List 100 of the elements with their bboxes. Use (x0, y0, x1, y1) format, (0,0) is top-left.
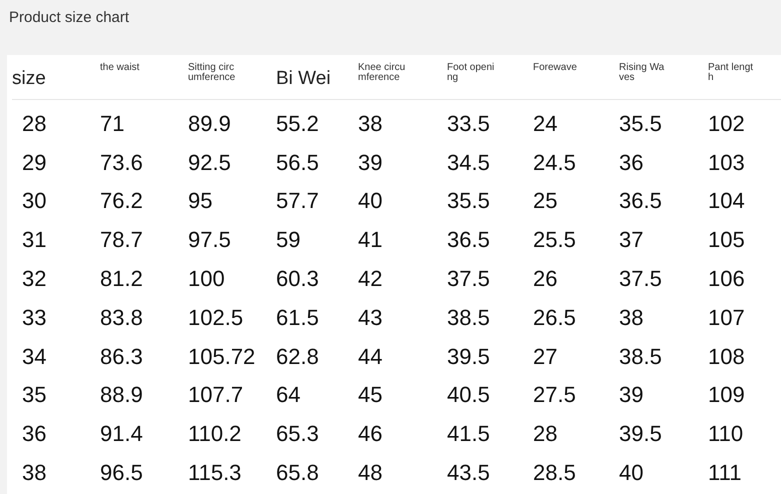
column-header: the waist (100, 63, 140, 73)
table-cell: 38.5 (447, 304, 490, 330)
table-cell: 39.5 (447, 344, 490, 369)
table-cell: 111 (708, 460, 742, 486)
table-cell: 57.7 (276, 188, 319, 214)
table-cell: 40.5 (447, 382, 490, 408)
table-cell: 28 (22, 110, 46, 136)
table-cell: 43.5 (447, 460, 490, 486)
table-cell: 29 (22, 150, 46, 175)
column-header: Forewave (533, 63, 578, 73)
table-cell: 37 (619, 227, 644, 252)
table-cell: 40 (619, 460, 644, 486)
table-cell: 36 (22, 421, 46, 446)
table-cell: 38 (22, 460, 46, 486)
table-cell: 102.5 (188, 304, 244, 330)
table-cell: 36 (619, 150, 644, 175)
table-cell: 43 (358, 304, 382, 330)
table-cell: 46 (358, 421, 382, 446)
table-cell: 28.5 (533, 460, 576, 486)
column-header: Knee circumference (358, 63, 406, 83)
column-header: Pant length (708, 63, 754, 83)
table-cell: 83.8 (100, 304, 143, 330)
table-cell: 104 (708, 188, 745, 214)
table-cell: 37.5 (619, 266, 662, 292)
table-cell: 40 (358, 188, 382, 214)
table-cell: 105 (708, 227, 745, 252)
table-cell: 110.2 (188, 421, 242, 446)
table-cell: 35.5 (619, 110, 662, 136)
table-cell: 36.5 (447, 227, 490, 252)
table-cell: 65.3 (276, 421, 319, 446)
table-cell: 48 (358, 460, 382, 486)
table-cell: 81.2 (100, 266, 143, 292)
table-cell: 24.5 (533, 150, 576, 175)
table-cell: 108 (708, 344, 745, 369)
table-cell: 38 (619, 304, 644, 330)
table-cell: 39 (619, 382, 644, 408)
table-cell: 39 (358, 150, 382, 175)
table-cell: 91.4 (100, 421, 143, 446)
table-cell: 27.5 (533, 382, 576, 408)
column-header: Foot opening (447, 63, 496, 83)
table-cell: 95 (188, 188, 212, 214)
table-cell: 27 (533, 344, 558, 369)
table-cell: 34.5 (447, 150, 490, 175)
column-header: Sitting circumference (188, 63, 236, 83)
table-cell: 28 (533, 421, 558, 446)
table-cell: 107.7 (188, 382, 244, 408)
table-cell: 32 (22, 266, 46, 292)
table-cell: 34 (22, 344, 46, 369)
table-cell: 71 (100, 110, 124, 136)
table-cell: 102 (708, 110, 745, 136)
column-header: Rising Waves (619, 63, 666, 83)
table-cell: 78.7 (100, 227, 143, 252)
column-header: Bi Wei (276, 67, 332, 91)
table-cell: 55.2 (276, 110, 319, 136)
table-cell: 24 (533, 110, 558, 136)
table-cell: 25 (533, 188, 558, 214)
table-cell: 41.5 (447, 421, 490, 446)
table-cell: 73.6 (100, 150, 143, 175)
chart-title: Product size chart (9, 9, 130, 26)
table-cell: 38.5 (619, 344, 662, 369)
table-cell: 115.3 (188, 460, 242, 486)
table-cell: 45 (358, 382, 382, 408)
table-cell: 86.3 (100, 344, 143, 369)
table-cell: 60.3 (276, 266, 319, 292)
table-cell: 42 (358, 266, 382, 292)
table-cell: 44 (358, 344, 382, 369)
table-cell: 96.5 (100, 460, 143, 486)
table-cell: 88.9 (100, 382, 143, 408)
table-cell: 105.72 (188, 344, 256, 369)
table-cell: 33.5 (447, 110, 490, 136)
table-cell: 26.5 (533, 304, 576, 330)
table-cell: 36.5 (619, 188, 662, 214)
table-cell: 25.5 (533, 227, 576, 252)
table-cell: 64 (276, 382, 300, 408)
table-cell: 41 (358, 227, 382, 252)
table-cell: 109 (708, 382, 745, 408)
table-cell: 61.5 (276, 304, 319, 330)
table-cell: 39.5 (619, 421, 662, 446)
table-cell: 56.5 (276, 150, 319, 175)
table-cell: 35.5 (447, 188, 490, 214)
table-cell: 38 (358, 110, 382, 136)
table-cell: 76.2 (100, 188, 143, 214)
table-cell: 37.5 (447, 266, 490, 292)
table-cell: 92.5 (188, 150, 231, 175)
table-cell: 59 (276, 227, 300, 252)
table-cell: 35 (22, 382, 46, 408)
table-cell: 97.5 (188, 227, 231, 252)
table-cell: 107 (708, 304, 745, 330)
table-cell: 100 (188, 266, 225, 292)
table-cell: 62.8 (276, 344, 319, 369)
table-cell: 65.8 (276, 460, 319, 486)
table-cell: 26 (533, 266, 558, 292)
table-cell: 89.9 (188, 110, 231, 136)
table-cell: 110 (708, 421, 744, 446)
table-cell: 30 (22, 188, 46, 214)
column-header: size (12, 67, 47, 91)
table-cell: 31 (22, 227, 46, 252)
table-cell: 33 (22, 304, 46, 330)
table-cell: 103 (708, 150, 745, 175)
table-cell: 106 (708, 266, 745, 292)
